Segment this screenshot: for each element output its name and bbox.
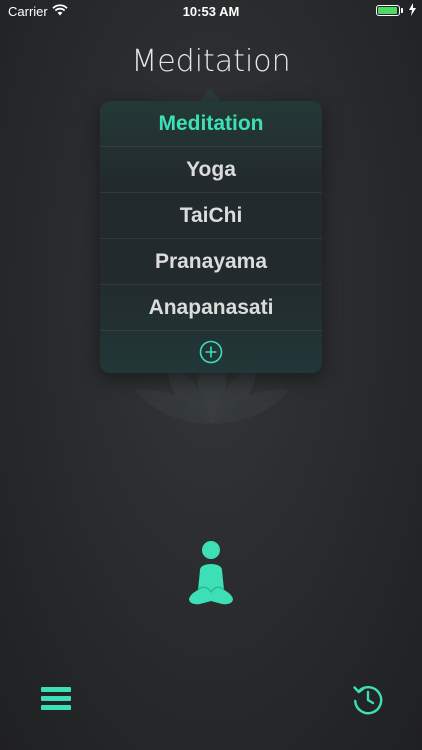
history-button[interactable]	[352, 683, 384, 720]
plus-circle-icon	[199, 340, 223, 369]
battery-level	[378, 7, 397, 14]
status-bar: Carrier 10:53 AM	[0, 0, 422, 22]
battery-icon	[376, 5, 400, 16]
popover-arrow	[199, 88, 221, 101]
battery-cap	[401, 8, 403, 13]
menu-button[interactable]	[41, 687, 71, 711]
charging-bolt-icon	[409, 3, 416, 19]
picker-option-anapanasati[interactable]: Anapanasati	[100, 285, 322, 331]
menu-bar-bottom	[41, 705, 71, 710]
meditation-figure-icon[interactable]	[188, 540, 234, 611]
practice-picker-popover: Meditation Yoga TaiChi Pranayama Anapana…	[100, 101, 322, 373]
clock-history-icon	[352, 686, 384, 719]
picker-option-pranayama[interactable]: Pranayama	[100, 239, 322, 285]
add-practice-button[interactable]	[100, 331, 322, 373]
page-title[interactable]: Meditation	[0, 44, 422, 79]
picker-option-taichi[interactable]: TaiChi	[100, 193, 322, 239]
picker-option-meditation[interactable]: Meditation	[100, 101, 322, 147]
picker-option-yoga[interactable]: Yoga	[100, 147, 322, 193]
clock-time: 10:53 AM	[182, 4, 240, 19]
menu-bar-middle	[41, 696, 71, 701]
menu-bar-top	[41, 687, 71, 692]
